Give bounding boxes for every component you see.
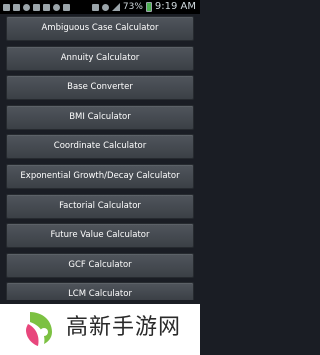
calc-button-annuity[interactable]: Annuity Calculator — [6, 45, 194, 71]
status-bar: 73% 9:19 AM — [0, 0, 200, 14]
calculator-list: Ambiguous Case Calculator Annuity Calcul… — [0, 16, 200, 305]
notification-icon — [23, 3, 30, 11]
mute-icon — [91, 3, 99, 11]
notification-icon — [43, 3, 50, 11]
notification-icon — [63, 3, 70, 11]
status-time: 9:19 AM — [154, 1, 196, 12]
battery-icon — [145, 2, 152, 12]
notification-icon — [3, 3, 10, 11]
notification-icon — [33, 3, 40, 11]
system-icons: 73% 9:19 AM — [91, 0, 196, 14]
calc-button-future-value[interactable]: Future Value Calculator — [6, 223, 194, 249]
notification-icon — [13, 3, 20, 11]
calc-button-gcf[interactable]: GCF Calculator — [6, 252, 194, 278]
calc-button-base-converter[interactable]: Base Converter — [6, 75, 194, 101]
watermark-logo-icon — [26, 312, 52, 346]
notification-icons — [3, 0, 70, 14]
wifi-icon — [101, 3, 109, 11]
calc-button-lcm[interactable]: LCM Calculator — [6, 282, 194, 301]
notification-icon — [53, 3, 60, 11]
calc-button-coordinate[interactable]: Coordinate Calculator — [6, 134, 194, 160]
battery-percent: 73% — [122, 2, 143, 12]
calc-button-factorial[interactable]: Factorial Calculator — [6, 193, 194, 219]
signal-icon — [111, 3, 120, 11]
watermark-text: 高新手游网 — [66, 315, 182, 340]
calc-button-bmi[interactable]: BMI Calculator — [6, 104, 194, 130]
calc-button-ambiguous-case[interactable]: Ambiguous Case Calculator — [6, 16, 194, 41]
calc-button-exponential[interactable]: Exponential Growth/Decay Calculator — [6, 163, 194, 189]
watermark-banner: 高新手游网 — [0, 304, 200, 355]
